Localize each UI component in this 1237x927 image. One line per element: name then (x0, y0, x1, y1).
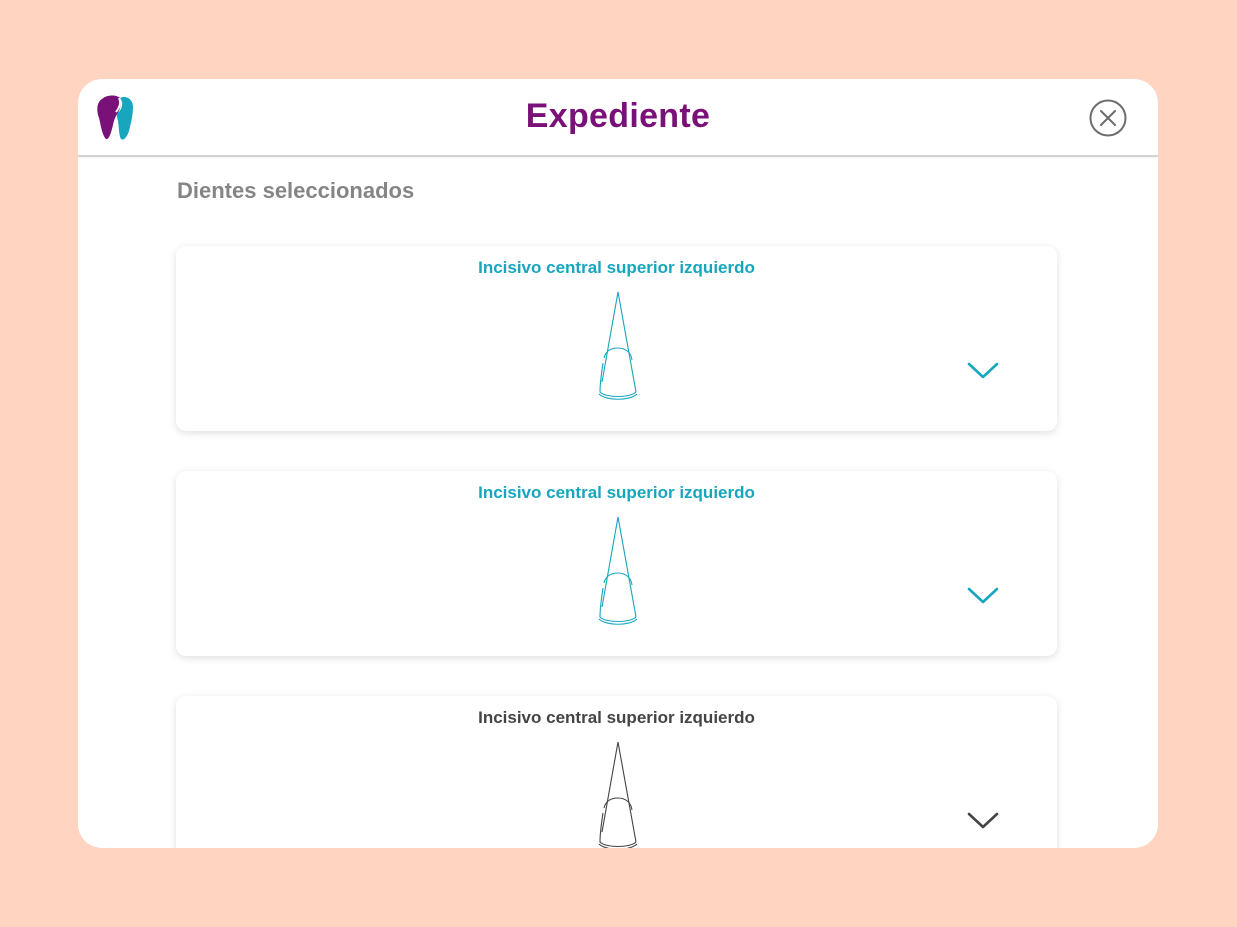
chevron-down-icon[interactable] (966, 358, 1000, 382)
tooth-card-title: Incisivo central superior izquierdo (478, 708, 755, 727)
tooth-card-3[interactable]: Incisivo central superior izquierdo (176, 696, 1057, 848)
incisor-tooth-icon (598, 741, 638, 848)
tooth-card-title: Incisivo central superior izquierdo (478, 483, 755, 502)
section-title: Dientes seleccionados (177, 178, 415, 203)
modal-title: Expediente (525, 97, 711, 135)
tooth-card-2[interactable]: Incisivo central superior izquierdo (176, 471, 1057, 656)
chevron-down-icon[interactable] (966, 808, 1000, 832)
incisor-tooth-icon (598, 291, 638, 400)
tooth-card-title: Incisivo central superior izquierdo (478, 258, 755, 277)
expediente-modal: Expediente Dientes seleccionados Incisiv… (78, 79, 1158, 848)
modal-header: Expediente (78, 79, 1158, 157)
tooth-card-1[interactable]: Incisivo central superior izquierdo (176, 246, 1057, 431)
close-icon[interactable] (1089, 99, 1127, 137)
incisor-tooth-icon (598, 516, 638, 625)
chevron-down-icon[interactable] (966, 583, 1000, 607)
